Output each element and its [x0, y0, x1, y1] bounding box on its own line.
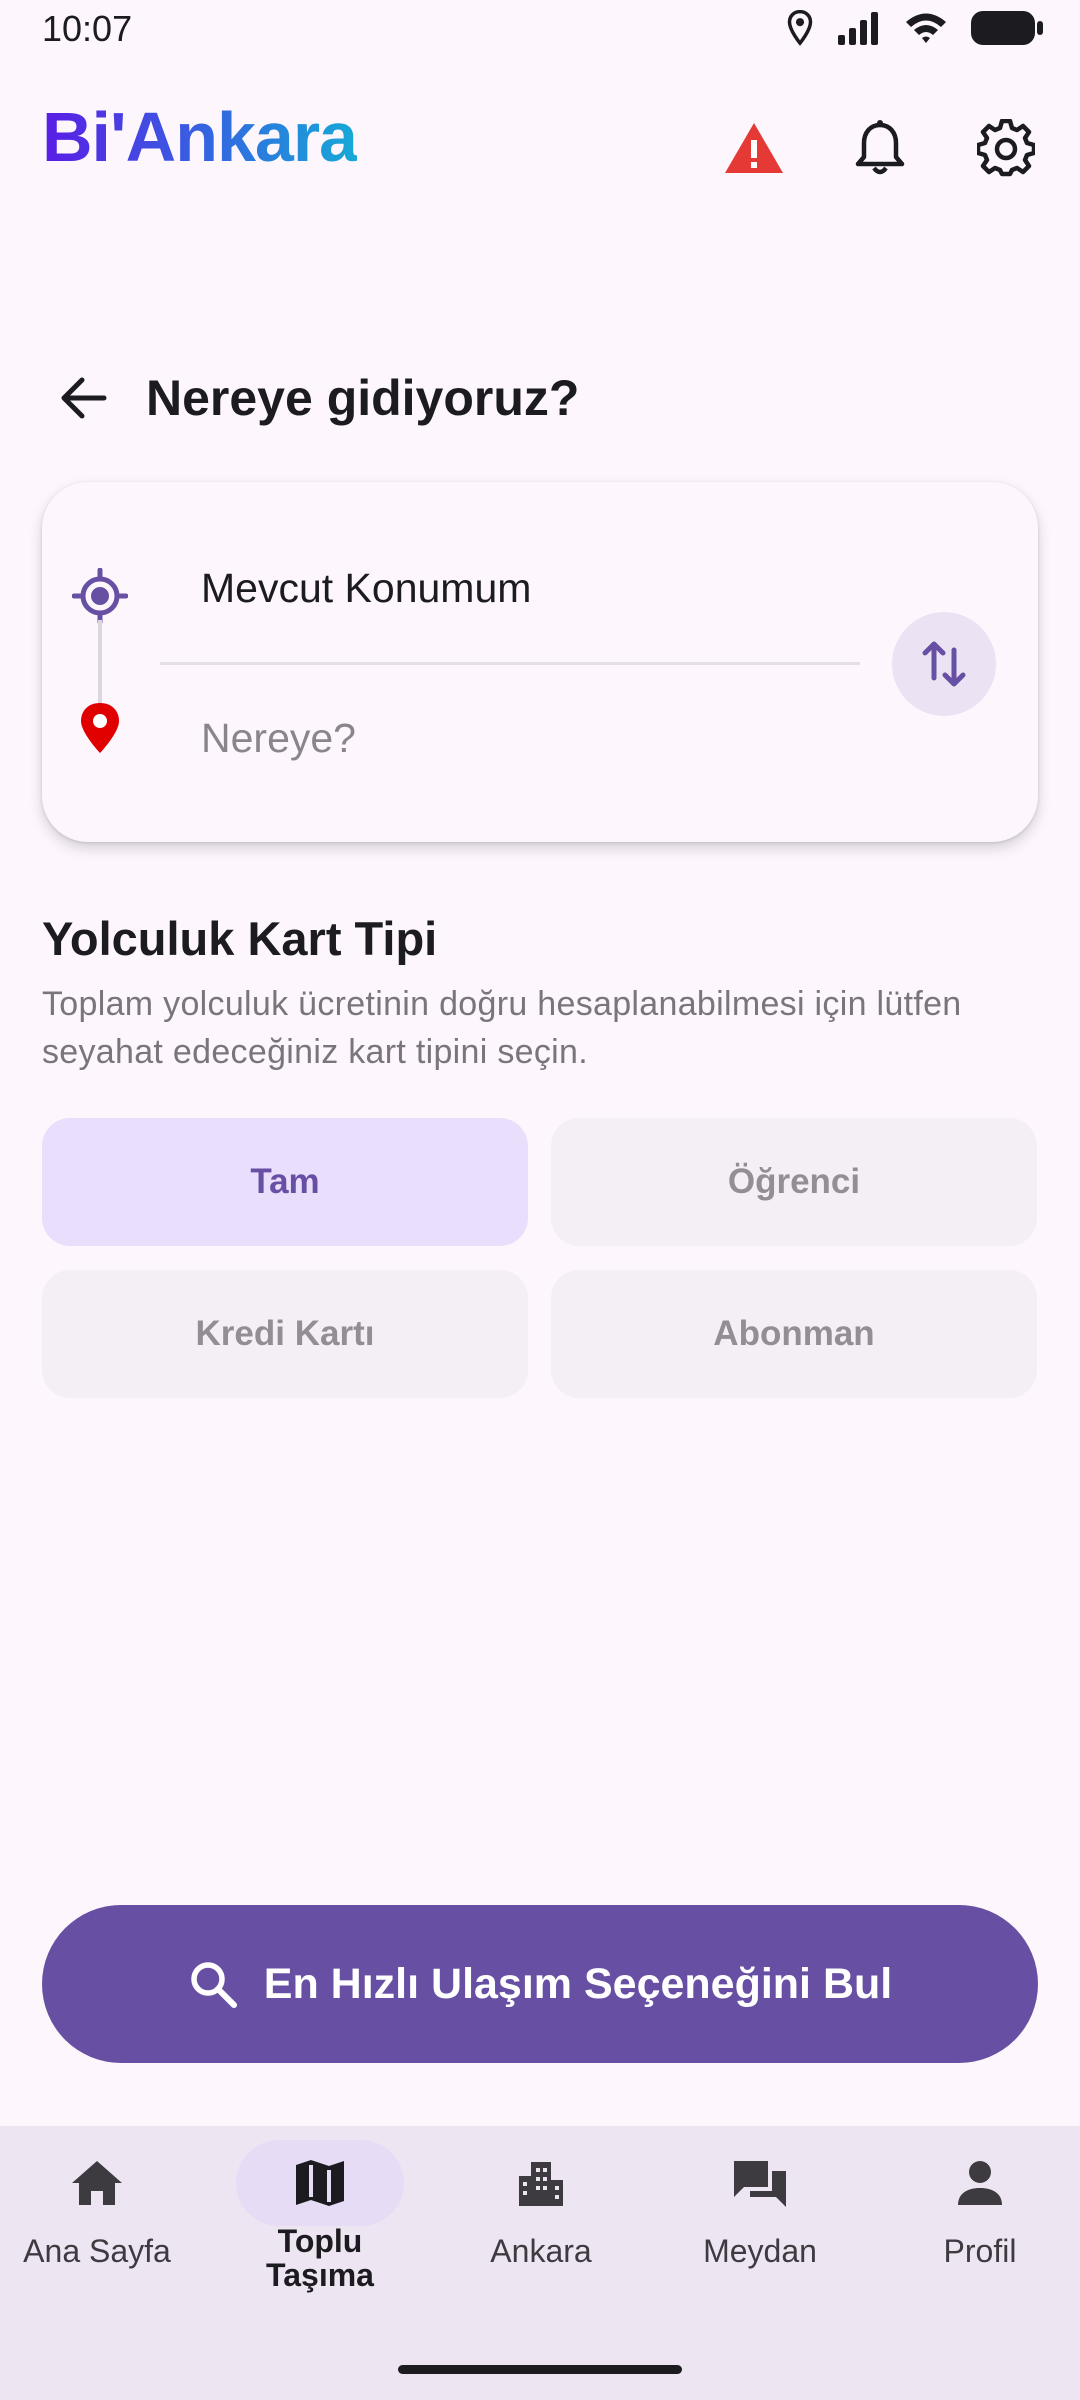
home-indicator[interactable]	[398, 2365, 682, 2374]
battery-icon	[971, 11, 1043, 45]
map-icon	[296, 2160, 344, 2206]
status-icons	[786, 10, 1044, 46]
person-icon	[958, 2161, 1002, 2205]
destination-input[interactable]: Nereye?	[201, 710, 356, 766]
destination-pin-icon	[81, 703, 119, 753]
city-icon	[519, 2162, 563, 2206]
home-icon	[72, 2161, 122, 2205]
location-status-icon	[787, 10, 813, 46]
page-title: Nereye gidiyoruz?	[146, 370, 580, 426]
bell-icon[interactable]	[844, 112, 916, 184]
card-type-option-abonman[interactable]: Abonman	[551, 1270, 1037, 1398]
card-type-option-tam[interactable]: Tam	[42, 1118, 528, 1246]
forum-icon	[734, 2161, 786, 2207]
find-fastest-route-button[interactable]: En Hızlı Ulaşım Seçeneğini Bul	[42, 1905, 1038, 2063]
nav-item-ana-sayfa[interactable]: Ana Sayfa	[0, 2140, 205, 2320]
card-type-option-ogrenci[interactable]: Öğrenci	[551, 1118, 1037, 1246]
search-icon	[191, 1962, 237, 2008]
nav-item-toplu-tasima[interactable]: Toplu Taşıma	[212, 2140, 428, 2320]
origin-field[interactable]: Mevcut Konumum	[201, 560, 531, 616]
find-fastest-route-label: En Hızlı Ulaşım Seçeneğini Bul	[263, 1959, 893, 2008]
swap-vertical-icon	[922, 641, 966, 687]
route-connector-line	[98, 620, 102, 708]
settings-gear-icon[interactable]	[970, 112, 1042, 184]
card-type-option-kredi-karti[interactable]: Kredi Kartı	[42, 1270, 528, 1398]
nav-item-profil[interactable]: Profil	[872, 2140, 1080, 2320]
nav-label: Ana Sayfa	[23, 2233, 171, 2269]
wifi-icon	[906, 13, 946, 43]
nav-item-ankara[interactable]: Ankara	[433, 2140, 649, 2320]
current-location-icon	[72, 568, 128, 624]
status-time: 10:07	[42, 8, 133, 49]
nav-item-meydan[interactable]: Meydan	[652, 2140, 868, 2320]
back-arrow-icon[interactable]	[52, 366, 116, 430]
section-description: Toplam yolculuk ücretinin doğru hesaplan…	[42, 985, 962, 1071]
nav-label-active: Toplu Taşıma	[266, 2223, 374, 2293]
swap-locations-button[interactable]	[892, 612, 996, 716]
nav-label: Profil	[943, 2233, 1017, 2269]
signal-icon	[838, 12, 878, 45]
nav-label: Ankara	[490, 2233, 592, 2269]
app-logo: Bi'Ankara	[42, 98, 358, 176]
nav-label: Meydan	[703, 2233, 817, 2269]
warning-icon[interactable]	[718, 112, 790, 184]
section-title: Yolculuk Kart Tipi	[42, 912, 438, 965]
field-divider	[160, 662, 860, 665]
